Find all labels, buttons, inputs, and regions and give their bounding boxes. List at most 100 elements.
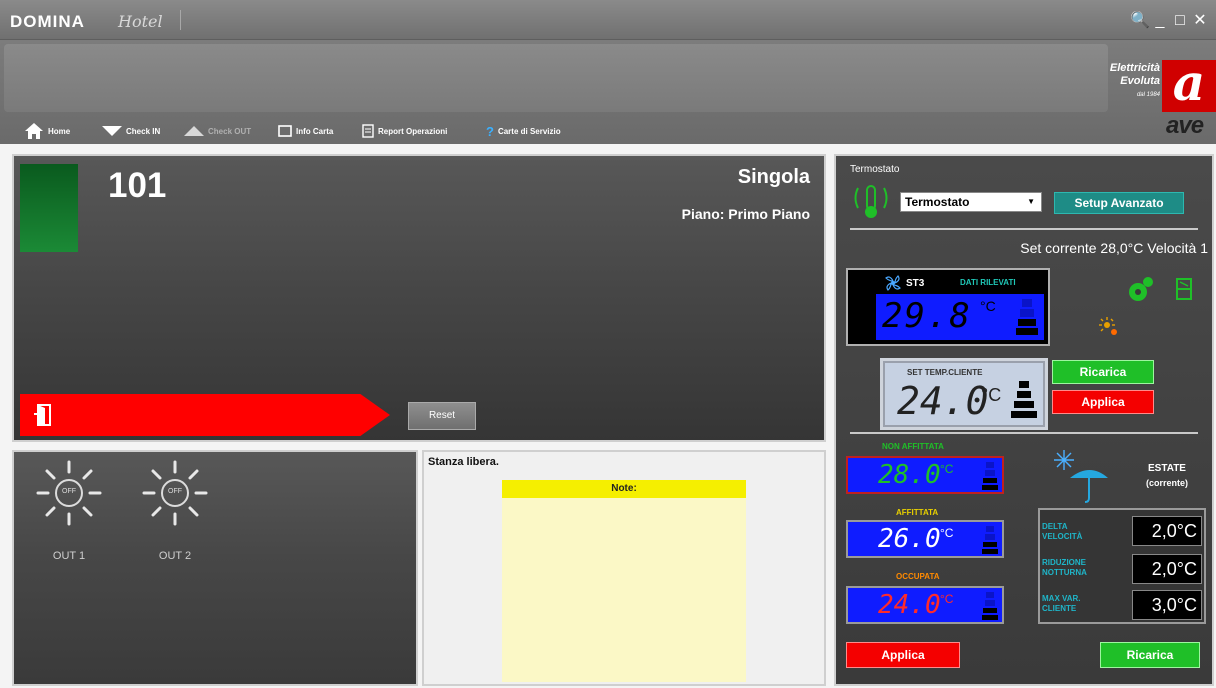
output-1-label: OUT 1	[52, 550, 86, 562]
nav-checkout-label: Check OUT	[208, 126, 252, 136]
output-1-badge: OFF	[62, 488, 76, 495]
header-banner	[4, 44, 1108, 112]
measured-data-label: DATI RILEVATI	[960, 278, 1016, 287]
param-label-delta: DELTA VELOCITÀ	[1042, 522, 1083, 541]
ave-logo: Elettricità Evoluta dal 1984 a ave	[1066, 58, 1216, 154]
mode-lcd-occupata[interactable]: 24.0 °C	[846, 586, 1004, 624]
logo-line2: Evoluta	[1120, 75, 1160, 87]
param-value-night[interactable]: 2,0°C	[1132, 554, 1202, 584]
mode-label-occupata: OCCUPATA	[896, 572, 940, 581]
divider	[850, 228, 1198, 230]
output-2-label: OUT 2	[158, 550, 192, 562]
speed-bars-icon	[982, 462, 998, 490]
thermostat-select[interactable]: Termostato ▼	[900, 192, 1042, 212]
door-status-banner	[20, 394, 390, 436]
nav-checkin-label: Check IN	[126, 126, 161, 136]
set-current-text: Set corrente 28,0°C Velocità 1	[1020, 240, 1208, 256]
output-2[interactable]: OFF OUT 2	[140, 458, 210, 562]
mode-lcd-affittata[interactable]: 26.0 °C	[846, 520, 1004, 558]
affittata-unit: °C	[940, 526, 954, 540]
nav-info-carta[interactable]: Info Carta	[278, 120, 333, 142]
client-setpoint-value: 24.0	[897, 379, 989, 423]
logo-tagline: Elettricità Evoluta	[1080, 62, 1160, 88]
param-label-max: MAX VAR. CLIENTE	[1042, 594, 1081, 613]
mode-lcd-non-affittata[interactable]: 28.0 °C	[846, 456, 1004, 494]
logo-letter: a	[1162, 58, 1216, 112]
measured-display: ST3 DATI RILEVATI 29.8 °C	[846, 268, 1050, 346]
client-setpoint-display: SET TEMP.CLIENTE 24.0 °C	[880, 358, 1048, 430]
nav-carte[interactable]: ? Carte di Servizio	[486, 120, 561, 142]
nav-carte-label: Carte di Servizio	[497, 126, 561, 136]
output-1[interactable]: OFF OUT 1	[34, 458, 104, 562]
title-separator	[180, 10, 181, 30]
setup-advanced-button[interactable]: Setup Avanzato	[1054, 192, 1184, 214]
nav-report-label: Report Operazioni	[378, 126, 448, 136]
search-icon[interactable]: 🔍	[1130, 10, 1150, 30]
thermometer-signal-icon	[854, 185, 888, 218]
nav-report[interactable]: Report Operazioni	[362, 120, 447, 142]
app-brand-sub: Hotel	[118, 12, 163, 31]
param-value-max[interactable]: 3,0°C	[1132, 590, 1202, 620]
help-icon: ?	[486, 123, 494, 139]
applica-button[interactable]: Applica	[1052, 390, 1154, 414]
fan-speed-icon	[1129, 277, 1153, 301]
room-panel: 101 Singola Piano: Primo Piano Reset	[12, 154, 826, 442]
nav-info-carta-label: Info Carta	[296, 126, 334, 136]
non-affittata-temp: 28.0	[878, 460, 941, 490]
client-setpoint-title: SET TEMP.CLIENTE	[907, 368, 983, 377]
app-brand: DOMINA	[10, 12, 85, 31]
maximize-button[interactable]: □	[1170, 12, 1190, 30]
reset-button[interactable]: Reset	[408, 402, 476, 430]
room-floor: Piano: Primo Piano	[681, 206, 810, 222]
nav-home-label: Home	[48, 126, 71, 136]
measured-temperature: 29.8	[882, 296, 972, 336]
bottom-ricarica-button[interactable]: Ricarica	[1100, 642, 1200, 668]
title-bar: DOMINA Hotel 🔍 _ □ ✕	[0, 0, 1216, 40]
non-affittata-unit: °C	[940, 462, 954, 476]
speed-bars-icon	[1011, 381, 1037, 418]
param-label-night: RIDUZIONE NOTTURNA	[1042, 558, 1087, 577]
speed-bars-icon	[982, 526, 998, 554]
nav-home[interactable]: Home	[24, 120, 70, 142]
logo-line1: Elettricità	[1109, 62, 1160, 74]
occupata-unit: °C	[940, 592, 954, 606]
occupata-temp: 24.0	[878, 590, 941, 620]
notes-textarea[interactable]	[502, 498, 746, 682]
season-note: (corrente)	[1145, 478, 1188, 488]
home-icon	[25, 123, 43, 139]
logo-word: ave	[1166, 112, 1204, 139]
door-icon	[34, 404, 51, 426]
season-value: ESTATE	[1148, 463, 1186, 474]
arrow-down-icon	[102, 126, 122, 136]
logo-since: dal 1984	[1136, 92, 1160, 98]
measured-lcd: 29.8 °C	[876, 294, 1044, 340]
card-icon	[278, 125, 292, 137]
nav-checkin[interactable]: Check IN	[102, 120, 160, 142]
divider	[850, 432, 1198, 434]
header: Elettricità Evoluta dal 1984 a ave Home …	[0, 40, 1216, 144]
client-setpoint-lcd: SET TEMP.CLIENTE 24.0 °C	[885, 363, 1043, 425]
nav-checkout[interactable]: Check OUT	[184, 120, 251, 142]
outputs-panel: OFF OUT 1 OFF OUT 2	[12, 450, 418, 686]
speed-bars-icon	[1016, 299, 1038, 335]
sun-icon	[1099, 317, 1117, 335]
thermostat-select-value: Termostato	[905, 195, 970, 209]
room-number: 101	[108, 166, 167, 205]
close-button[interactable]: ✕	[1190, 10, 1210, 30]
chevron-down-icon: ▼	[1027, 197, 1035, 206]
notes-header: Note:	[502, 480, 746, 498]
season-label: ESTATE (corrente)	[1132, 462, 1202, 491]
app-window: DOMINA Hotel 🔍 _ □ ✕ Elettricità Evoluta da…	[0, 0, 1216, 688]
param-value-delta[interactable]: 2,0°C	[1132, 516, 1202, 546]
bottom-applica-button[interactable]: Applica	[846, 642, 960, 668]
measured-unit: °C	[980, 298, 996, 314]
minimize-button[interactable]: _	[1150, 12, 1170, 30]
affittata-temp: 26.0	[878, 524, 941, 554]
output-2-badge: OFF	[168, 488, 182, 495]
window-controls: 🔍 _ □ ✕	[1130, 10, 1210, 30]
ricarica-button[interactable]: Ricarica	[1052, 360, 1154, 384]
window-contact-icon	[1176, 278, 1192, 300]
arrow-up-icon	[184, 126, 204, 136]
notes-panel: Stanza libera. Note:	[422, 450, 826, 686]
client-setpoint-unit: °C	[981, 385, 1002, 405]
